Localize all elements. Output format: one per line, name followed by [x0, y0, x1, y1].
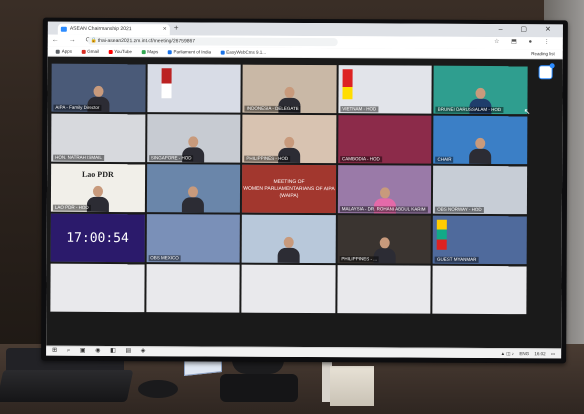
mouse: [138, 380, 178, 398]
participant-tile[interactable]: CAMBODIA - HOD: [337, 115, 432, 164]
gallery-view: AIPA - Family Director INDONESIA - DELEG…: [50, 63, 528, 315]
meeting-card[interactable]: MEETING OF WOMEN PARLIAMENTARIANS OF AIP…: [242, 164, 336, 214]
page-icon: [167, 50, 172, 55]
participant-avatar: [469, 137, 492, 164]
participant-tile[interactable]: Lao PDR LAO PDR - HOD: [50, 163, 145, 213]
participant-name: OBS MEXICO: [148, 255, 181, 262]
participant-name: PHILIPPINES - HOD: [244, 155, 291, 162]
participant-tile[interactable]: VIETNAM - HOD: [338, 65, 433, 114]
system-tray: ▲ ◫ ♪ ENG 16:02 ▭: [497, 349, 556, 358]
browser-tab[interactable]: ASEAN Chairmanship 2021 ✕: [57, 23, 170, 36]
meeting-title-card: MEETING OF WOMEN PARLIAMENTARIANS OF AIP…: [242, 164, 336, 214]
clock[interactable]: 16:02: [534, 351, 545, 356]
flag-icon: [161, 68, 172, 99]
empty-tile: [50, 263, 145, 313]
cursor-icon: ↖: [523, 107, 531, 117]
url-text: thai-asean2021.zm.int.cf/meeting/2675986…: [97, 37, 196, 45]
lock-icon: 🔒: [90, 37, 98, 44]
meeting-line: (WAIPA): [279, 192, 299, 199]
participant-name: CHAIR: [435, 156, 454, 163]
youtube-icon: [108, 49, 113, 54]
participant-name: MALAYSIA - DR. ROHANI ABDUL KARIM: [339, 206, 428, 213]
new-tab-icon[interactable]: +: [174, 23, 179, 32]
participant-name: OBS NORWAY - HOD: [435, 206, 484, 213]
empty-tile: [241, 264, 336, 314]
bookmark-gmail[interactable]: Gmail: [81, 47, 99, 56]
participant-name: AIPA - Family Director: [53, 104, 102, 111]
apps-grid-icon: [55, 49, 60, 54]
participant-tile[interactable]: SINGAPORE - HOD: [146, 114, 241, 163]
taskbar-apps[interactable]: ⊞ ⌕ ▣ ◉ ◧ ▤ ◈: [52, 347, 149, 357]
participant-tile[interactable]: MALAYSIA - DR. ROHANI ABDUL KARIM: [337, 165, 432, 214]
bookmark-parliament[interactable]: Parliament of India: [167, 47, 211, 56]
empty-tile: [337, 265, 431, 314]
keyboard: [0, 370, 134, 402]
flag-icon: [437, 219, 448, 250]
flag-icon: [342, 69, 353, 100]
participant-tile[interactable]: GUEST MYANMAR: [433, 215, 527, 265]
participant-avatar: [277, 236, 300, 263]
page-icon: [220, 50, 225, 55]
participant-name: GUEST MYANMAR: [435, 256, 479, 263]
monitor: ASEAN Chairmanship 2021 ✕ + – ▢ ✕ ← → ⟳ …: [41, 17, 568, 364]
desk-sign: [330, 366, 374, 406]
participant-tile[interactable]: PHILIPPINES - HOD: [242, 114, 337, 164]
chat-icon[interactable]: [538, 65, 553, 80]
participant-tile[interactable]: OBS MEXICO: [146, 214, 241, 263]
tab-title: ASEAN Chairmanship 2021: [69, 25, 132, 33]
participant-name: PHILIPPINES - ...: [339, 256, 379, 263]
participant-tile[interactable]: HON. NATRAH ISMAIL: [51, 113, 145, 163]
timer-tile[interactable]: 17:00:54: [50, 213, 145, 263]
empty-tile: [432, 265, 527, 315]
camera-base: [220, 374, 298, 402]
notification-icon[interactable]: ▭: [551, 351, 555, 356]
taskbar: ⊞ ⌕ ▣ ◉ ◧ ▤ ◈ ▲ ◫ ♪ ENG 16:02 ▭: [46, 345, 562, 359]
window-controls[interactable]: – ▢ ✕: [499, 25, 559, 33]
participant-tile[interactable]: [241, 214, 336, 264]
participant-name: BRUNEI DARUSSALAM - HOD: [435, 106, 504, 114]
participant-tile[interactable]: BRUNEI DARUSSALAM - HOD: [433, 65, 528, 115]
bookmark-youtube[interactable]: YouTube: [108, 47, 132, 56]
participant-name: LAO PDR - HOD: [52, 204, 91, 211]
participant-name: VIETNAM - HOD: [340, 106, 379, 113]
participant-name: CAMBODIA - HOD: [339, 156, 382, 163]
gmail-icon: [81, 49, 86, 54]
lao-banner: Lao PDR: [81, 169, 114, 180]
bookmark-maps[interactable]: Maps: [141, 47, 158, 56]
participant-name: SINGAPORE - HOD: [148, 155, 194, 162]
bookmark-easywebcms[interactable]: EasyWebCms 9.1...: [220, 48, 266, 57]
participant-tile[interactable]: [147, 64, 241, 113]
participant-tile[interactable]: [146, 164, 241, 213]
participant-tile[interactable]: OBS NORWAY - HOD: [433, 165, 528, 215]
participant-avatar: [182, 186, 205, 213]
reading-list-button[interactable]: Reading list: [531, 49, 555, 58]
url-input[interactable]: 🔒 thai-asean2021.zm.int.cf/meeting/26759…: [87, 36, 338, 47]
maps-icon: [141, 49, 146, 54]
meeting-timer: 17:00:54: [50, 213, 145, 263]
zoom-meeting-area: AIPA - Family Director INDONESIA - DELEG…: [46, 56, 563, 350]
language-indicator[interactable]: ENG: [519, 351, 529, 356]
zoom-favicon-icon: [60, 26, 67, 32]
screen: ASEAN Chairmanship 2021 ✕ + – ▢ ✕ ← → ⟳ …: [46, 21, 563, 359]
participant-tile[interactable]: AIPA - Family Director: [51, 63, 146, 113]
close-tab-icon[interactable]: ✕: [163, 24, 167, 35]
bookmark-apps[interactable]: Apps: [55, 47, 72, 56]
participant-tile[interactable]: CHAIR: [433, 115, 528, 165]
participant-tile[interactable]: PHILIPPINES - ...: [337, 215, 432, 264]
participant-name: INDONESIA - DELEGATE: [244, 105, 301, 112]
participant-tile[interactable]: INDONESIA - DELEGATE: [242, 64, 337, 114]
toolbar-icons[interactable]: ☆ ⬒ ● ⋮: [494, 38, 555, 45]
participant-name: HON. NATRAH ISMAIL: [53, 154, 104, 161]
empty-tile: [145, 264, 240, 313]
tray-icons[interactable]: ▲ ◫ ♪: [501, 351, 514, 356]
